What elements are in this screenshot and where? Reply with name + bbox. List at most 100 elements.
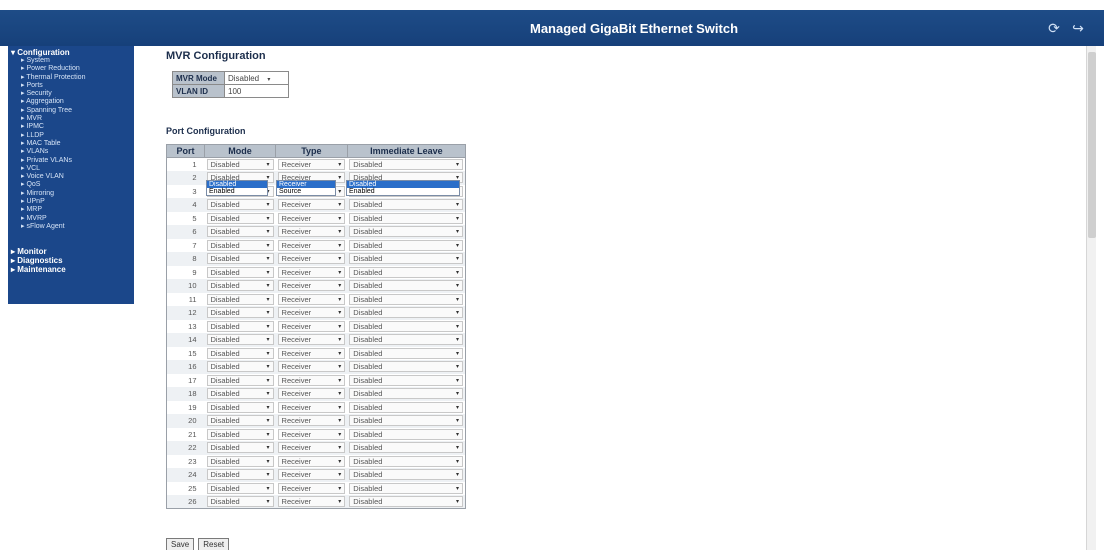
immediate-leave-select[interactable]: Disabled ▾ <box>349 388 463 400</box>
mode-select[interactable]: Disabled ▾ <box>206 455 274 467</box>
type-select[interactable]: Receiver ▾ <box>277 212 346 224</box>
mode-option-enabled[interactable]: Enabled <box>207 188 267 195</box>
mode-select[interactable]: Disabled ▾ <box>206 266 274 278</box>
type-select[interactable]: Receiver ▾ <box>277 253 346 265</box>
mode-select[interactable]: Disabled ▾ <box>206 469 274 481</box>
immediate-leave-select[interactable]: Disabled ▾ <box>349 266 463 278</box>
mode-select[interactable]: Disabled ▾ <box>206 293 274 305</box>
immediate-leave-select[interactable]: Disabled ▾ <box>349 212 463 224</box>
immediate-leave-select[interactable]: Disabled ▾ <box>349 469 463 481</box>
sidebar-item[interactable]: ▸ System <box>11 57 131 65</box>
reset-button[interactable]: Reset <box>198 538 230 550</box>
sidebar-item[interactable]: ▸ Thermal Protection <box>11 74 131 82</box>
mode-select[interactable]: Disabled ▾ <box>206 401 274 413</box>
type-select[interactable]: Receiver ▾ <box>277 320 346 332</box>
mvr-mode-select[interactable]: Disabled ▾ <box>224 71 289 85</box>
sidebar-group-monitor[interactable]: ▸ Monitor <box>11 247 131 256</box>
immediate-leave-select[interactable]: Disabled ▾ <box>349 226 463 238</box>
immediate-leave-select[interactable]: Disabled ▾ <box>349 239 463 251</box>
type-option-receiver[interactable]: Receiver <box>277 181 335 188</box>
mode-select[interactable]: Disabled ▾ <box>206 226 274 238</box>
mode-select[interactable]: Disabled ▾ <box>206 239 274 251</box>
sidebar-group-configuration[interactable]: ▾ Configuration <box>11 48 131 57</box>
sidebar-item[interactable]: ▸ MAC Table <box>11 140 131 148</box>
type-select[interactable]: Receiver ▾ <box>277 482 346 494</box>
type-select[interactable]: Receiver ▾ <box>277 469 346 481</box>
immediate-leave-select[interactable]: Disabled ▾ <box>349 307 463 319</box>
leave-dropdown-list[interactable]: Disabled Enabled <box>346 180 460 196</box>
mode-select[interactable]: Disabled ▾ <box>206 374 274 386</box>
logout-icon[interactable]: ↪ <box>1070 20 1086 36</box>
vertical-scrollbar[interactable] <box>1086 46 1096 550</box>
immediate-leave-select[interactable]: Disabled ▾ <box>349 347 463 359</box>
type-select[interactable]: Receiver ▾ <box>277 415 346 427</box>
type-select[interactable]: Receiver ▾ <box>277 401 346 413</box>
mode-select[interactable]: Disabled ▾ <box>206 482 274 494</box>
mode-select[interactable]: Disabled ▾ <box>206 212 274 224</box>
leave-option-disabled[interactable]: Disabled <box>347 181 459 188</box>
mode-select[interactable]: Disabled ▾ <box>206 280 274 292</box>
sidebar-item[interactable]: ▸ MVRP <box>11 215 131 223</box>
immediate-leave-select[interactable]: Disabled ▾ <box>349 361 463 373</box>
type-select[interactable]: Receiver ▾ <box>277 428 346 440</box>
immediate-leave-select[interactable]: Disabled ▾ <box>349 374 463 386</box>
sidebar-item[interactable]: ▸ sFlow Agent <box>11 223 131 231</box>
vlan-id-input[interactable]: 100 <box>224 84 289 98</box>
mode-select[interactable]: Disabled ▾ <box>206 442 274 454</box>
immediate-leave-select[interactable]: Disabled ▾ <box>349 159 463 170</box>
sidebar-item[interactable]: ▸ Security <box>11 90 131 98</box>
type-select[interactable]: Receiver ▾ <box>277 374 346 386</box>
sidebar-item[interactable]: ▸ Mirroring <box>11 190 131 198</box>
type-select[interactable]: Receiver ▾ <box>277 361 346 373</box>
type-select[interactable]: Receiver ▾ <box>277 266 346 278</box>
sidebar-item[interactable]: ▸ LLDP <box>11 132 131 140</box>
sidebar-item[interactable]: ▸ QoS <box>11 181 131 189</box>
mode-select[interactable]: Disabled ▾ <box>206 347 274 359</box>
save-button[interactable]: Save <box>166 538 195 550</box>
type-select[interactable]: Receiver ▾ <box>277 226 346 238</box>
mode-select[interactable]: Disabled ▾ <box>206 361 274 373</box>
immediate-leave-select[interactable]: Disabled ▾ <box>349 415 463 427</box>
mode-select[interactable]: Disabled ▾ <box>206 307 274 319</box>
type-select[interactable]: Receiver ▾ <box>277 347 346 359</box>
mode-select[interactable]: Disabled ▾ <box>206 253 274 265</box>
sidebar-item[interactable]: ▸ Ports <box>11 82 131 90</box>
immediate-leave-select[interactable]: Disabled ▾ <box>349 320 463 332</box>
type-select[interactable]: Receiver ▾ <box>277 388 346 400</box>
mode-select[interactable]: Disabled ▾ <box>206 199 274 211</box>
type-select[interactable]: Receiver ▾ <box>277 442 346 454</box>
mode-select[interactable]: Disabled ▾ <box>206 320 274 332</box>
type-select[interactable]: Receiver ▾ <box>277 307 346 319</box>
type-select[interactable]: Receiver ▾ <box>277 496 346 507</box>
scrollbar-thumb[interactable] <box>1088 52 1096 238</box>
sidebar-item[interactable]: ▸ VCL <box>11 165 131 173</box>
immediate-leave-select[interactable]: Disabled ▾ <box>349 401 463 413</box>
immediate-leave-select[interactable]: Disabled ▾ <box>349 280 463 292</box>
immediate-leave-select[interactable]: Disabled ▾ <box>349 199 463 211</box>
mode-option-disabled[interactable]: Disabled <box>207 181 267 188</box>
immediate-leave-select[interactable]: Disabled ▾ <box>349 334 463 346</box>
sidebar-item[interactable]: ▸ Aggregation <box>11 98 131 106</box>
immediate-leave-select[interactable]: Disabled ▾ <box>349 428 463 440</box>
mode-select[interactable]: Disabled ▾ <box>206 496 274 507</box>
sidebar-group-maintenance[interactable]: ▸ Maintenance <box>11 265 131 274</box>
type-select[interactable]: Receiver ▾ <box>277 455 346 467</box>
sidebar-item[interactable]: ▸ Private VLANs <box>11 157 131 165</box>
type-option-source[interactable]: Source <box>277 188 335 195</box>
sidebar-item[interactable]: ▸ VLANs <box>11 148 131 156</box>
leave-option-enabled[interactable]: Enabled <box>347 188 459 195</box>
mode-select[interactable]: Disabled ▾ <box>206 415 274 427</box>
immediate-leave-select[interactable]: Disabled ▾ <box>349 482 463 494</box>
immediate-leave-select[interactable]: Disabled ▾ <box>349 253 463 265</box>
immediate-leave-select[interactable]: Disabled ▾ <box>349 442 463 454</box>
sidebar-item[interactable]: ▸ IPMC <box>11 123 131 131</box>
mode-select[interactable]: Disabled ▾ <box>206 428 274 440</box>
sidebar-item[interactable]: ▸ MRP <box>11 206 131 214</box>
type-select[interactable]: Receiver ▾ <box>277 280 346 292</box>
mode-select[interactable]: Disabled ▾ <box>206 159 274 170</box>
sidebar-group-diagnostics[interactable]: ▸ Diagnostics <box>11 256 131 265</box>
type-select[interactable]: Receiver ▾ <box>277 293 346 305</box>
type-select[interactable]: Receiver ▾ <box>277 199 346 211</box>
immediate-leave-select[interactable]: Disabled ▾ <box>349 293 463 305</box>
immediate-leave-select[interactable]: Disabled ▾ <box>349 455 463 467</box>
